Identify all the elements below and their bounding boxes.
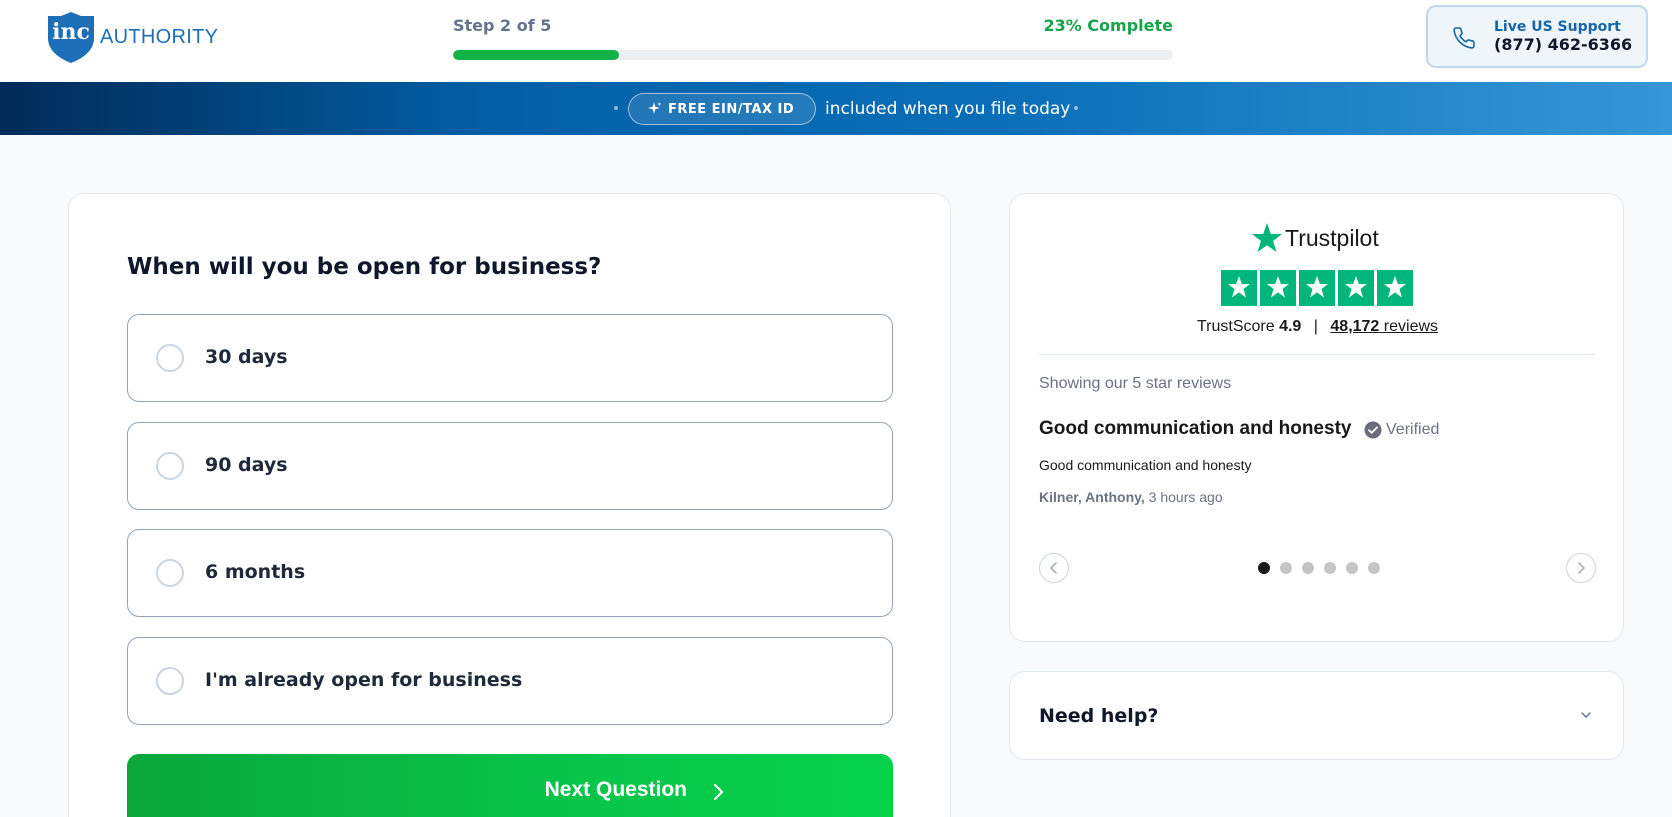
carousel-dot[interactable] (1368, 562, 1380, 574)
reviews-link[interactable]: 48,172 reviews (1330, 318, 1438, 335)
trustpilot-star-icon (1252, 223, 1282, 252)
carousel-dot[interactable] (1346, 562, 1358, 574)
progress-bar-fill (453, 50, 619, 60)
carousel-dot[interactable] (1280, 562, 1292, 574)
need-help-label: Need help? (1039, 705, 1159, 727)
trustpilot-stars (1221, 270, 1413, 306)
trustpilot-star-box (1221, 270, 1257, 306)
star-icon (1384, 276, 1406, 298)
option-30-days[interactable]: 30 days (127, 314, 893, 402)
chevron-right-icon (1578, 562, 1585, 574)
trustscore-value: 4.9 (1279, 318, 1302, 335)
chevron-left-icon (1050, 562, 1057, 574)
verified-check-icon (1364, 421, 1382, 439)
question-title: When will you be open for business? (127, 254, 602, 280)
banner-dot-left (614, 106, 618, 110)
option-label: 6 months (205, 561, 306, 583)
trustpilot-card: Trustpilot TrustScore 4.9 | 48,172 revie… (1009, 193, 1624, 642)
carousel-prev-button[interactable] (1039, 553, 1069, 583)
radio-button[interactable] (156, 667, 184, 695)
logo-mark-text: inc (52, 19, 90, 45)
trustscore-label: TrustScore (1196, 318, 1275, 335)
verified-label: Verified (1386, 421, 1440, 438)
review-count: 48,172 (1330, 318, 1380, 335)
review-time: 3 hours ago (1148, 489, 1223, 505)
chevron-right-icon (713, 783, 724, 801)
trustpilot-star-box (1299, 270, 1335, 306)
star-icon (1267, 276, 1289, 298)
trustpilot-logo[interactable]: Trustpilot (1251, 222, 1379, 254)
radio-button[interactable] (156, 452, 184, 480)
trustpilot-star-box (1260, 270, 1296, 306)
review-body: Good communication and honesty (1039, 457, 1252, 473)
carousel-dot[interactable] (1324, 562, 1336, 574)
next-question-label: Next Question (544, 778, 687, 801)
trustpilot-star-box (1338, 270, 1374, 306)
free-ein-pill: FREE EIN/TAX ID (628, 93, 816, 125)
separator: | (1313, 318, 1318, 335)
trustpilot-brand-name: Trustpilot (1285, 224, 1379, 251)
option-label: 90 days (205, 454, 288, 476)
need-help-accordion[interactable]: Need help? (1009, 671, 1624, 760)
option-90-days[interactable]: 90 days (127, 422, 893, 510)
star-icon (1345, 276, 1367, 298)
showing-reviews-text: Showing our 5 star reviews (1039, 375, 1232, 392)
carousel-dot[interactable] (1258, 562, 1270, 574)
review-author: Kilner, Anthony, (1039, 489, 1145, 505)
carousel-dots (1258, 562, 1380, 574)
verified-badge: Verified (1364, 421, 1439, 439)
banner-dot-right (1074, 106, 1078, 110)
chevron-down-icon (1581, 712, 1591, 718)
logo[interactable]: inc AUTHORITY (44, 10, 218, 64)
question-card: When will you be open for business? 30 d… (68, 193, 951, 817)
option-label: 30 days (205, 346, 288, 368)
promo-banner: FREE EIN/TAX ID included when you file t… (0, 82, 1672, 135)
carousel-next-button[interactable] (1566, 553, 1596, 583)
option-label: I'm already open for business (205, 669, 523, 691)
live-support-button[interactable]: Live US Support (877) 462-6366 (1426, 5, 1648, 68)
percent-complete: 23% Complete (1043, 16, 1173, 35)
option-already-open[interactable]: I'm already open for business (127, 637, 893, 725)
trustpilot-star-box (1377, 270, 1413, 306)
radio-button[interactable] (156, 344, 184, 372)
support-label: Live US Support (1494, 19, 1621, 35)
phone-icon (1453, 27, 1475, 49)
free-ein-label: FREE EIN/TAX ID (668, 102, 795, 117)
star-icon (1228, 276, 1250, 298)
carousel-dot[interactable] (1302, 562, 1314, 574)
review-meta: Kilner, Anthony, 3 hours ago (1039, 489, 1223, 505)
radio-button[interactable] (156, 559, 184, 587)
divider (1039, 354, 1595, 355)
reviews-word: reviews (1383, 318, 1439, 335)
header: inc AUTHORITY Step 2 of 5 23% Complete L… (0, 0, 1672, 82)
step-indicator: Step 2 of 5 (453, 16, 552, 35)
support-phone-number: (877) 462-6366 (1494, 35, 1633, 54)
logo-brand-text: AUTHORITY (100, 25, 219, 48)
banner-text: included when you file today (825, 99, 1071, 119)
progress-bar (453, 50, 1173, 60)
option-6-months[interactable]: 6 months (127, 529, 893, 617)
sparkle-icon (648, 102, 662, 114)
star-icon (1306, 276, 1328, 298)
review-title: Good communication and honesty (1039, 418, 1352, 439)
next-question-button[interactable]: Next Question (127, 754, 893, 817)
trustscore-line: TrustScore 4.9 | 48,172 reviews (1010, 318, 1625, 336)
shield-logo-icon: inc (44, 10, 98, 64)
